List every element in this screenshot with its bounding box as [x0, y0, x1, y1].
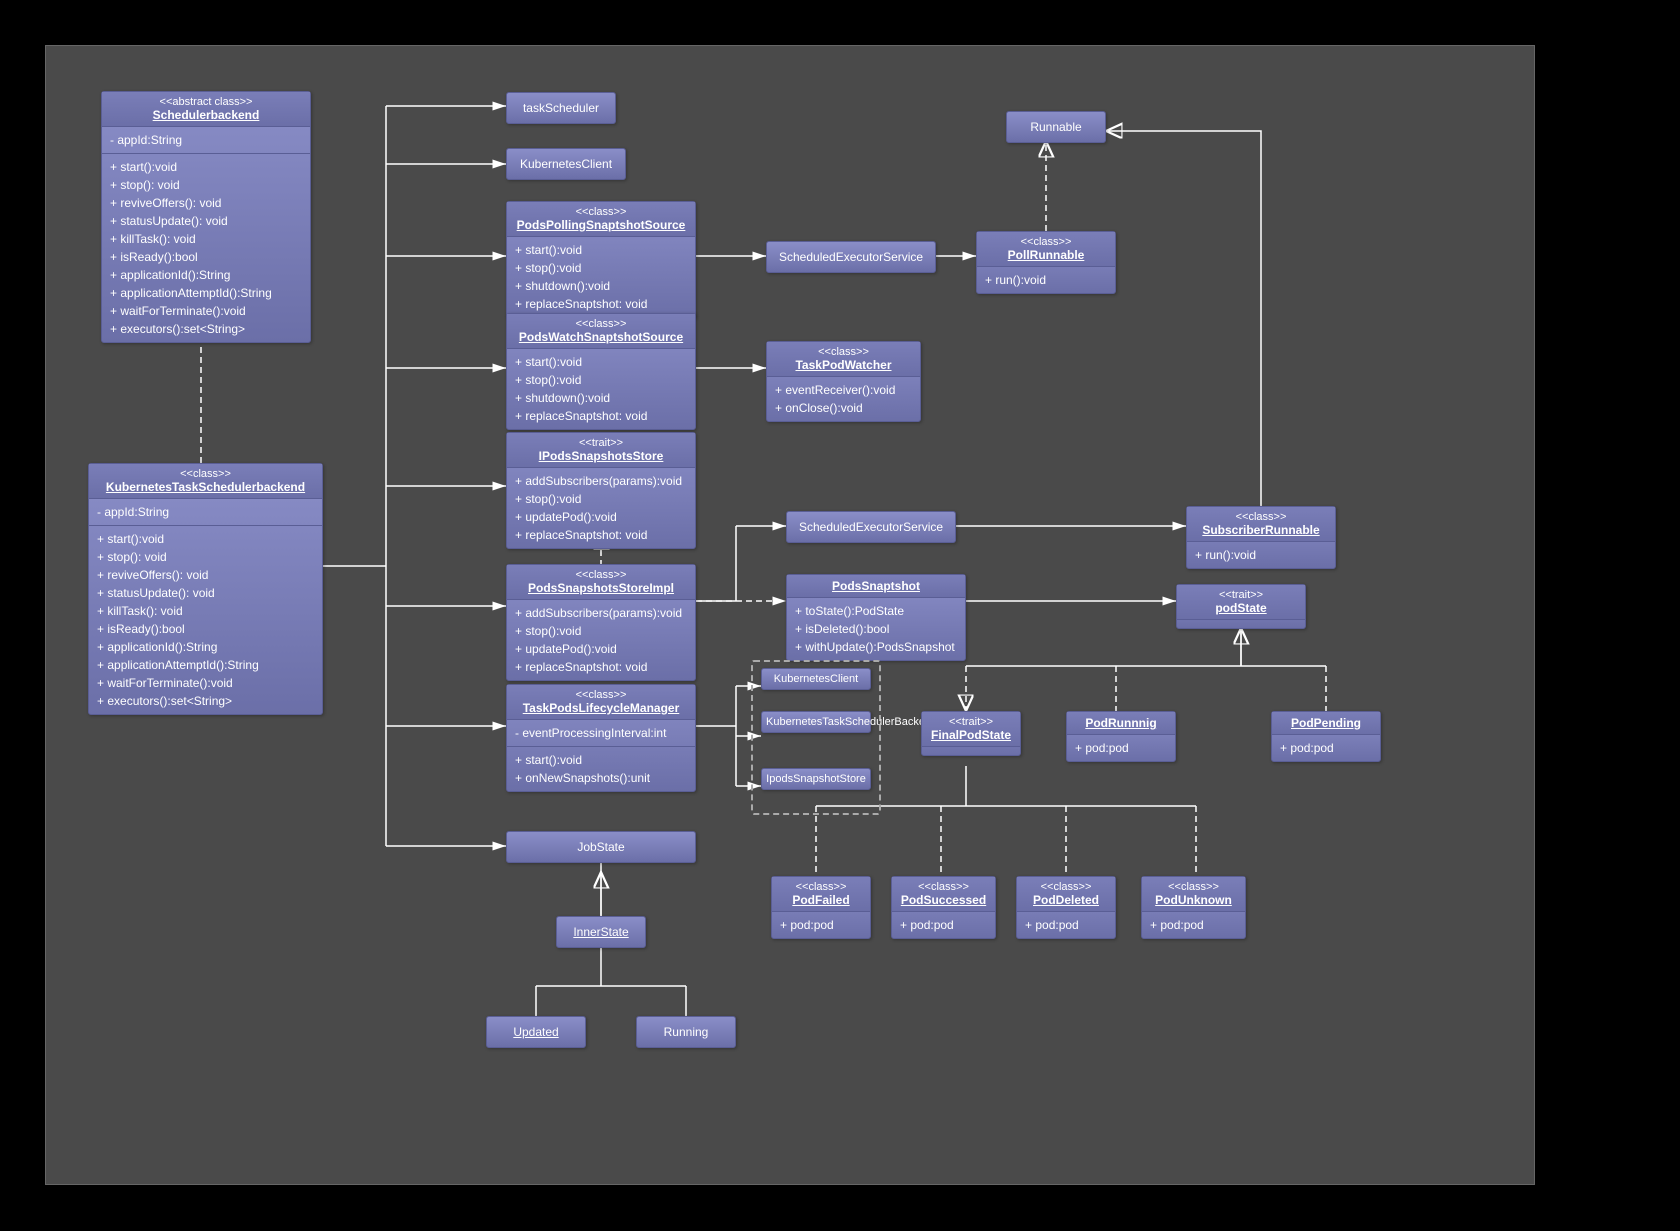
box-runnable[interactable]: Runnable: [1006, 111, 1106, 143]
box-kubernetes-task-scheduler-backend-2[interactable]: KubernetesTaskSchedulerBackend: [761, 711, 871, 733]
class-methods: + start():void + stop(): void + reviveOf…: [102, 154, 310, 342]
box-inner-state[interactable]: InnerState: [556, 916, 646, 948]
class-pod-deleted[interactable]: <<class>>PodDeleted + pod:pod: [1016, 876, 1116, 939]
trait-final-pod-state[interactable]: <<trait>> FinalPodState: [921, 711, 1021, 756]
box-ipods-snapshot-store-2[interactable]: IpodsSnapshotStore: [761, 768, 871, 790]
class-pods-polling-snapshot-source[interactable]: <<class>> PodsPollingSnaptshotSource + s…: [506, 201, 696, 318]
box-kubernetes-client[interactable]: KubernetesClient: [506, 148, 626, 180]
class-subscriber-runnable[interactable]: <<class>> SubscriberRunnable + run():voi…: [1186, 506, 1336, 569]
box-kubernetes-client-2[interactable]: KubernetesClient: [761, 668, 871, 690]
box-scheduled-executor-service-2[interactable]: ScheduledExecutorService: [786, 511, 956, 543]
class-pods-snapshots-store-impl[interactable]: <<class>> PodsSnapshotsStoreImpl + addSu…: [506, 564, 696, 681]
class-pods-snapshot[interactable]: PodsSnaptshot + toState():PodState + isD…: [786, 574, 966, 661]
class-kubernetes-task-scheduler[interactable]: <<class>> KubernetesTaskSchedulerbackend…: [88, 463, 323, 715]
class-pod-unknown[interactable]: <<class>>PodUnknown + pod:pod: [1141, 876, 1246, 939]
class-pods-watch-snapshot-source[interactable]: <<class>> PodsWatchSnaptshotSource + sta…: [506, 313, 696, 430]
class-task-pods-lifecycle-manager[interactable]: <<class>> TaskPodsLifecycleManager - eve…: [506, 684, 696, 792]
box-task-scheduler[interactable]: taskScheduler: [506, 92, 616, 124]
class-attrs: - appId:String: [102, 127, 310, 154]
class-poll-runnable[interactable]: <<class>> PollRunnable + run():void: [976, 231, 1116, 294]
class-scheduler-backend[interactable]: <<abstract class>> Schedulerbackend - ap…: [101, 91, 311, 343]
box-job-state[interactable]: JobState: [506, 831, 696, 863]
class-header: <<abstract class>> Schedulerbackend: [102, 92, 310, 127]
box-scheduled-executor-service-1[interactable]: ScheduledExecutorService: [766, 241, 936, 273]
box-updated[interactable]: Updated: [486, 1016, 586, 1048]
class-pod-successed[interactable]: <<class>>PodSuccessed + pod:pod: [891, 876, 996, 939]
class-pod-running[interactable]: PodRunnnig + pod:pod: [1066, 711, 1176, 762]
class-pod-pending[interactable]: PodPending + pod:pod: [1271, 711, 1381, 762]
diagram-canvas: <<abstract class>> Schedulerbackend - ap…: [45, 45, 1535, 1185]
class-task-pod-watcher[interactable]: <<class>> TaskPodWatcher + eventReceiver…: [766, 341, 921, 422]
box-running[interactable]: Running: [636, 1016, 736, 1048]
trait-pod-state[interactable]: <<trait>> podState: [1176, 584, 1306, 629]
class-pod-failed[interactable]: <<class>>PodFailed + pod:pod: [771, 876, 871, 939]
trait-ipods-snapshots-store[interactable]: <<trait>> IPodsSnapshotsStore + addSubsc…: [506, 432, 696, 549]
